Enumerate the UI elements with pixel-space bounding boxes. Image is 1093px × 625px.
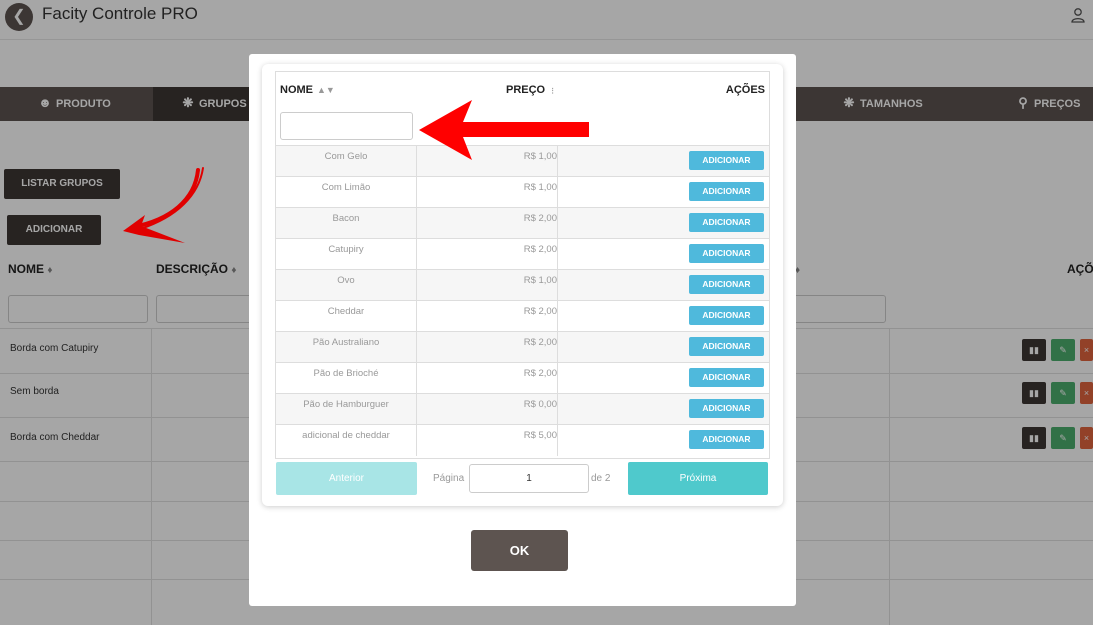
item-name: Catupiry <box>276 239 417 269</box>
item-price: R$ 1,00 <box>417 177 558 207</box>
add-item-button[interactable]: ADICIONAR <box>689 151 764 170</box>
table-row: Bacon R$ 2,00 ADICIONAR <box>276 208 769 239</box>
item-name: Cheddar <box>276 301 417 331</box>
add-item-modal: NOME ▲▼ PREÇO ⋮ AÇÕES Com Gelo R$ 1,00 ADI… <box>249 54 796 606</box>
item-name: Com Limão <box>276 177 417 207</box>
page-total-label: de 2 <box>591 473 611 484</box>
table-row: Cheddar R$ 2,00 ADICIONAR <box>276 301 769 332</box>
item-price: R$ 2,00 <box>417 239 558 269</box>
add-item-button[interactable]: ADICIONAR <box>689 368 764 387</box>
table-row: Pão Australiano R$ 2,00 ADICIONAR <box>276 332 769 363</box>
column-header-price[interactable]: PREÇO ⋮ <box>506 84 556 96</box>
add-item-button[interactable]: ADICIONAR <box>689 337 764 356</box>
ok-button[interactable]: OK <box>471 530 568 571</box>
item-name: Bacon <box>276 208 417 238</box>
table-row: Ovo R$ 1,00 ADICIONAR <box>276 270 769 301</box>
table-row: Pão de Hamburguer R$ 0,00 ADICIONAR <box>276 394 769 425</box>
add-item-button[interactable]: ADICIONAR <box>689 430 764 449</box>
add-item-button[interactable]: ADICIONAR <box>689 306 764 325</box>
item-name: Pão de Brioché <box>276 363 417 393</box>
item-name: Com Gelo <box>276 146 417 176</box>
add-item-button[interactable]: ADICIONAR <box>689 182 764 201</box>
next-page-button[interactable]: Próxima <box>628 462 768 495</box>
items-card: NOME ▲▼ PREÇO ⋮ AÇÕES Com Gelo R$ 1,00 ADI… <box>262 64 783 506</box>
item-price: R$ 2,00 <box>417 363 558 393</box>
table-row: Catupiry R$ 2,00 ADICIONAR <box>276 239 769 270</box>
table-row: Com Limão R$ 1,00 ADICIONAR <box>276 177 769 208</box>
add-item-button[interactable]: ADICIONAR <box>689 275 764 294</box>
sort-icon: ⋮ <box>549 88 557 95</box>
add-item-button[interactable]: ADICIONAR <box>689 213 764 232</box>
page-number-input[interactable]: 1 <box>469 464 589 493</box>
item-name: Pão Australiano <box>276 332 417 362</box>
item-price: R$ 2,00 <box>417 208 558 238</box>
annotation-arrow-icon <box>419 100 589 160</box>
item-name: adicional de cheddar <box>276 425 417 456</box>
item-price: R$ 5,00 <box>417 425 558 456</box>
annotation-curved-arrow-icon <box>123 167 204 243</box>
item-name: Pão de Hamburguer <box>276 394 417 424</box>
previous-page-button[interactable]: Anterior <box>276 462 417 495</box>
item-name: Ovo <box>276 270 417 300</box>
column-header-name[interactable]: NOME ▲▼ <box>280 84 335 96</box>
table-row: adicional de cheddar R$ 5,00 ADICIONAR <box>276 425 769 456</box>
item-price: R$ 2,00 <box>417 332 558 362</box>
table-row: Pão de Brioché R$ 2,00 ADICIONAR <box>276 363 769 394</box>
name-filter-input[interactable] <box>280 112 413 140</box>
item-price: R$ 0,00 <box>417 394 558 424</box>
add-item-button[interactable]: ADICIONAR <box>689 244 764 263</box>
column-header-actions: AÇÕES <box>725 84 765 96</box>
item-price: R$ 1,00 <box>417 270 558 300</box>
sort-icon: ▲▼ <box>317 85 335 95</box>
add-item-button[interactable]: ADICIONAR <box>689 399 764 418</box>
item-price: R$ 2,00 <box>417 301 558 331</box>
page-label: Página <box>433 473 465 484</box>
